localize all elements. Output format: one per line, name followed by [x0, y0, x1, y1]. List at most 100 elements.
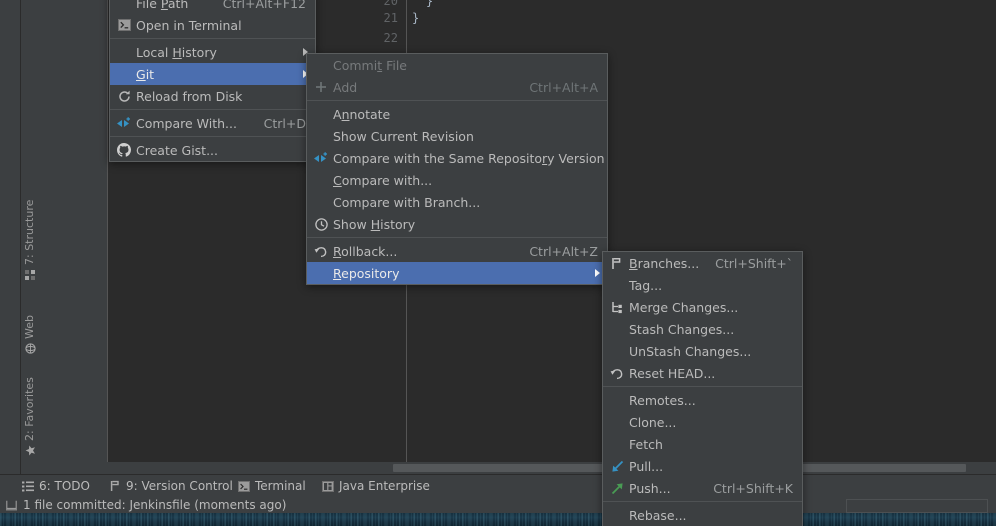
sidebar-tab-label: 2: Favorites: [23, 377, 36, 441]
tool-window-label: 6: TODO: [39, 479, 90, 493]
chevron-right-icon: [595, 269, 600, 277]
menu-item-commit-file: Commit File: [307, 54, 607, 76]
menu-item-push[interactable]: Push... Ctrl+Shift+K: [603, 477, 802, 499]
menu-item-compare-with-branch[interactable]: Compare with Branch...: [307, 191, 607, 213]
menu-item-accelerator: Ctrl+Alt+F12: [222, 0, 306, 11]
menu-item-label: Clone...: [629, 414, 677, 430]
pull-icon: [609, 455, 625, 477]
status-message-group[interactable]: 1 file committed: Jenkinsfile (moments a…: [6, 497, 286, 513]
todo-icon: [22, 481, 34, 492]
desktop-wallpaper: [0, 513, 996, 526]
sidebar-tab-favorites[interactable]: 2: Favorites: [20, 373, 39, 460]
git-submenu[interactable]: Commit File Add Ctrl+Alt+A Annotate Show…: [306, 53, 608, 285]
tool-window-version-control[interactable]: 9: Version Control: [110, 475, 233, 497]
menu-item-add: Add Ctrl+Alt+A: [307, 76, 607, 98]
menu-item-label: Fetch: [629, 436, 663, 452]
menu-item-label: Annotate: [333, 106, 391, 122]
menu-item-label: Compare with...: [333, 172, 433, 188]
compare-icon: [116, 112, 132, 134]
menu-item-stash-changes[interactable]: Stash Changes...: [603, 318, 802, 340]
menu-separator: [110, 109, 315, 110]
menu-item-label: Show Current Revision: [333, 128, 474, 144]
menu-item-compare-with-same-repository-version[interactable]: Compare with the Same Repository Version: [307, 147, 607, 169]
sidebar-tab-structure[interactable]: 7: Structure: [20, 196, 39, 284]
menu-separator: [307, 100, 607, 101]
web-icon: [25, 343, 36, 354]
branch-icon: [609, 252, 625, 274]
menu-item-file-path[interactable]: File Path Ctrl+Alt+F12: [110, 0, 315, 14]
menu-item-repository[interactable]: Repository: [307, 262, 607, 284]
menu-item-unstash-changes[interactable]: UnStash Changes...: [603, 340, 802, 362]
sidebar-tab-label: Web: [23, 315, 36, 339]
menu-item-rollback[interactable]: Rollback... Ctrl+Alt+Z: [307, 240, 607, 262]
repository-submenu[interactable]: Branches... Ctrl+Shift+` Tag... Merge Ch…: [602, 251, 803, 526]
menu-separator: [110, 136, 315, 137]
left-tool-strip: 7: Structure Web 2: Favorites: [0, 0, 36, 474]
menu-item-accelerator: Ctrl+D: [263, 115, 306, 131]
menu-item-label: Compare with Branch...: [333, 194, 481, 210]
merge-icon: [609, 296, 625, 318]
menu-item-label: Tag...: [629, 277, 663, 293]
tool-window-todo[interactable]: 6: TODO: [22, 475, 90, 497]
menu-item-show-current-revision[interactable]: Show Current Revision: [307, 125, 607, 147]
menu-item-accelerator: Ctrl+Alt+Z: [529, 243, 598, 259]
reload-icon: [116, 85, 132, 107]
rollback-icon: [313, 240, 329, 262]
menu-item-git[interactable]: Git: [110, 63, 315, 85]
clock-icon: [313, 213, 329, 235]
tool-window-terminal[interactable]: Terminal: [238, 475, 306, 497]
menu-item-accelerator: Ctrl+Shift+`: [715, 255, 793, 271]
menu-item-reset-head[interactable]: Reset HEAD...: [603, 362, 802, 384]
menu-item-compare-with[interactable]: Compare with...: [307, 169, 607, 191]
menu-item-create-gist[interactable]: Create Gist...: [110, 139, 315, 161]
menu-item-fetch[interactable]: Fetch: [603, 433, 802, 455]
menu-item-label: Remotes...: [629, 392, 696, 408]
tool-window-java-enterprise[interactable]: Java Enterprise: [322, 475, 430, 497]
menu-item-label: Git: [136, 66, 155, 82]
menu-item-branches[interactable]: Branches... Ctrl+Shift+`: [603, 252, 802, 274]
line-number: 21: [383, 11, 398, 25]
menu-item-label: Local History: [136, 44, 217, 60]
menu-item-compare-with[interactable]: Compare With... Ctrl+D: [110, 112, 315, 134]
menu-item-open-in-terminal[interactable]: Open in Terminal: [110, 14, 315, 36]
menu-item-label: File Path: [136, 0, 189, 11]
menu-item-pull[interactable]: Pull...: [603, 455, 802, 477]
menu-item-show-history[interactable]: Show History: [307, 213, 607, 235]
sidebar-tab-web[interactable]: Web: [20, 311, 39, 358]
menu-item-label: Repository: [333, 265, 400, 281]
menu-item-accelerator: Ctrl+Alt+A: [529, 79, 598, 95]
menu-item-local-history[interactable]: Local History: [110, 41, 315, 63]
terminal-icon: [238, 480, 250, 492]
menu-separator: [307, 237, 607, 238]
menu-item-remotes[interactable]: Remotes...: [603, 389, 802, 411]
menu-item-label: Stash Changes...: [629, 321, 735, 337]
menu-item-label: UnStash Changes...: [629, 343, 752, 359]
status-message: 1 file committed: Jenkinsfile (moments a…: [23, 498, 287, 512]
menu-item-annotate[interactable]: Annotate: [307, 103, 607, 125]
menu-separator: [110, 38, 315, 39]
ide-window: 20 21 22 } } 7: Structure Web 2: Favorit…: [0, 0, 996, 526]
code-line: }: [426, 0, 434, 8]
editor-hscrollbar[interactable]: [0, 462, 996, 474]
plus-icon: [313, 76, 329, 98]
editor-split-divider-left: [107, 0, 108, 462]
github-icon: [116, 139, 132, 161]
tool-window-label: Terminal: [255, 479, 306, 493]
editor-code-lines: } }: [408, 0, 468, 50]
menu-item-clone[interactable]: Clone...: [603, 411, 802, 433]
status-bar: 1 file committed: Jenkinsfile (moments a…: [0, 497, 996, 513]
status-progress-box: [846, 499, 988, 513]
compare-icon: [313, 147, 329, 169]
menu-item-accelerator: Ctrl+Shift+K: [713, 480, 793, 496]
line-number: 22: [383, 31, 398, 45]
code-line: }: [412, 11, 420, 25]
menu-item-merge-changes[interactable]: Merge Changes...: [603, 296, 802, 318]
structure-icon: [25, 269, 36, 280]
menu-item-rebase[interactable]: Rebase...: [603, 504, 802, 526]
menu-item-label: Compare with the Same Repository Version: [333, 150, 605, 166]
editor-gutter: 20 21 22: [350, 0, 406, 50]
context-menu[interactable]: File Path Ctrl+Alt+F12 Open in Terminal …: [109, 0, 316, 162]
terminal-icon: [116, 14, 132, 36]
menu-item-tag[interactable]: Tag...: [603, 274, 802, 296]
menu-item-reload-from-disk[interactable]: Reload from Disk: [110, 85, 315, 107]
